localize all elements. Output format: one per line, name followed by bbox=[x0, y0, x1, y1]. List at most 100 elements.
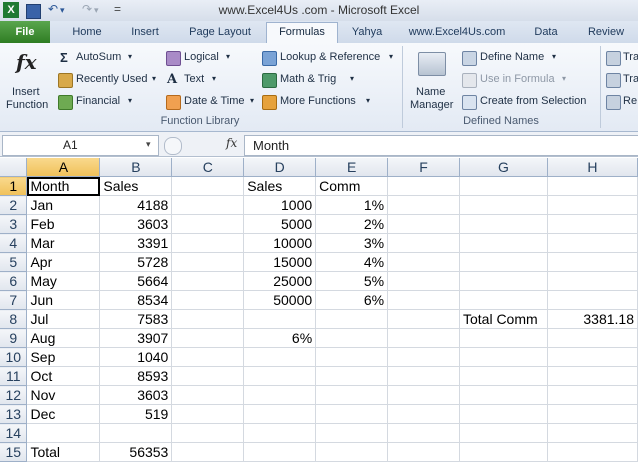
cell-d4[interactable]: 10000 bbox=[243, 233, 317, 253]
cell-g13[interactable] bbox=[459, 404, 548, 424]
column-header-d[interactable]: D bbox=[243, 158, 317, 177]
cell-g15[interactable] bbox=[459, 442, 548, 462]
cell-c11[interactable] bbox=[171, 366, 245, 386]
cell-g11[interactable] bbox=[459, 366, 548, 386]
cell-c4[interactable] bbox=[171, 233, 245, 253]
cell-d1[interactable]: Sales bbox=[243, 176, 317, 196]
cell-f12[interactable] bbox=[387, 385, 460, 405]
cell-h2[interactable] bbox=[547, 195, 638, 215]
cell-f5[interactable] bbox=[387, 252, 460, 272]
cell-c6[interactable] bbox=[171, 271, 245, 291]
cell-f3[interactable] bbox=[387, 214, 460, 234]
row-header-15[interactable]: 15 bbox=[0, 442, 28, 462]
cell-g6[interactable] bbox=[459, 271, 548, 291]
cell-h10[interactable] bbox=[547, 347, 638, 367]
tab-insert[interactable]: Insert bbox=[120, 23, 170, 42]
cell-g1[interactable] bbox=[459, 176, 548, 196]
cell-h1[interactable] bbox=[547, 176, 638, 196]
row-header-3[interactable]: 3 bbox=[0, 214, 28, 234]
cell-g4[interactable] bbox=[459, 233, 548, 253]
cell-c10[interactable] bbox=[171, 347, 245, 367]
cell-c2[interactable] bbox=[171, 195, 245, 215]
cell-h13[interactable] bbox=[547, 404, 638, 424]
cell-d10[interactable] bbox=[243, 347, 317, 367]
cell-d6[interactable]: 25000 bbox=[243, 271, 317, 291]
insert-function-fx-icon[interactable]: fx bbox=[226, 136, 237, 150]
cell-d15[interactable] bbox=[243, 442, 317, 462]
cell-e13[interactable] bbox=[315, 404, 389, 424]
cell-g9[interactable] bbox=[459, 328, 548, 348]
column-header-e[interactable]: E bbox=[315, 158, 389, 177]
row-header-1[interactable]: 1 bbox=[0, 176, 28, 196]
cell-h7[interactable] bbox=[547, 290, 638, 310]
cell-f6[interactable] bbox=[387, 271, 460, 291]
row-header-11[interactable]: 11 bbox=[0, 366, 28, 386]
row-header-2[interactable]: 2 bbox=[0, 195, 28, 215]
column-header-h[interactable]: H bbox=[547, 158, 638, 177]
tab-formulas[interactable]: Formulas bbox=[266, 22, 338, 44]
cell-e15[interactable] bbox=[315, 442, 389, 462]
cell-g10[interactable] bbox=[459, 347, 548, 367]
row-header-8[interactable]: 8 bbox=[0, 309, 28, 329]
cell-b3[interactable]: 3603 bbox=[99, 214, 173, 234]
logical-button[interactable]: Logical ▾ bbox=[166, 50, 236, 66]
tab-page-layout[interactable]: Page Layout bbox=[180, 23, 260, 42]
cell-e8[interactable] bbox=[315, 309, 389, 329]
cell-c8[interactable] bbox=[171, 309, 245, 329]
date-time-button[interactable]: Date & Time ▾ bbox=[166, 94, 260, 110]
cell-b6[interactable]: 5664 bbox=[99, 271, 173, 291]
cell-f15[interactable] bbox=[387, 442, 460, 462]
cell-g14[interactable] bbox=[459, 423, 548, 443]
cell-e7[interactable]: 6% bbox=[315, 290, 389, 310]
row-header-12[interactable]: 12 bbox=[0, 385, 28, 405]
cell-d14[interactable] bbox=[243, 423, 317, 443]
cell-f2[interactable] bbox=[387, 195, 460, 215]
cell-d5[interactable]: 15000 bbox=[243, 252, 317, 272]
cell-b8[interactable]: 7583 bbox=[99, 309, 173, 329]
tab-data[interactable]: Data bbox=[524, 23, 568, 42]
cell-d3[interactable]: 5000 bbox=[243, 214, 317, 234]
cell-h3[interactable] bbox=[547, 214, 638, 234]
select-all-corner[interactable] bbox=[0, 158, 28, 177]
cell-f8[interactable] bbox=[387, 309, 460, 329]
cell-f7[interactable] bbox=[387, 290, 460, 310]
define-name-button[interactable]: Define Name ▾ bbox=[462, 50, 562, 66]
cell-a11[interactable]: Oct bbox=[26, 366, 101, 386]
cell-d13[interactable] bbox=[243, 404, 317, 424]
cell-e1[interactable]: Comm bbox=[315, 176, 389, 196]
cell-c3[interactable] bbox=[171, 214, 245, 234]
row-header-14[interactable]: 14 bbox=[0, 423, 28, 443]
autosum-button[interactable]: Σ AutoSum ▾ bbox=[58, 50, 158, 66]
cell-e4[interactable]: 3% bbox=[315, 233, 389, 253]
cell-b9[interactable]: 3907 bbox=[99, 328, 173, 348]
cell-a7[interactable]: Jun bbox=[26, 290, 101, 310]
cell-f11[interactable] bbox=[387, 366, 460, 386]
cell-c5[interactable] bbox=[171, 252, 245, 272]
cell-c1[interactable] bbox=[171, 176, 245, 196]
row-header-9[interactable]: 9 bbox=[0, 328, 28, 348]
tab-review[interactable]: Review bbox=[580, 23, 632, 42]
cell-c13[interactable] bbox=[171, 404, 245, 424]
cell-d8[interactable] bbox=[243, 309, 317, 329]
use-in-formula-button[interactable]: Use in Formula ▾ bbox=[462, 72, 572, 88]
recently-used-button[interactable]: Recently Used ▾ bbox=[58, 72, 162, 88]
cell-a13[interactable]: Dec bbox=[26, 404, 101, 424]
cell-h11[interactable] bbox=[547, 366, 638, 386]
column-header-a[interactable]: A bbox=[26, 158, 101, 177]
cell-f1[interactable] bbox=[387, 176, 460, 196]
cell-g12[interactable] bbox=[459, 385, 548, 405]
name-box[interactable]: A1 ▾ bbox=[2, 135, 159, 156]
cell-b15[interactable]: 56353 bbox=[99, 442, 173, 462]
cell-e12[interactable] bbox=[315, 385, 389, 405]
cell-c12[interactable] bbox=[171, 385, 245, 405]
cell-a15[interactable]: Total bbox=[26, 442, 101, 462]
cell-a8[interactable]: Jul bbox=[26, 309, 101, 329]
column-header-c[interactable]: C bbox=[171, 158, 245, 177]
trace-dependents-button[interactable]: Tra bbox=[606, 72, 638, 88]
create-from-selection-button[interactable]: Create from Selection bbox=[462, 94, 596, 110]
lookup-reference-button[interactable]: Lookup & Reference ▾ bbox=[262, 50, 398, 66]
cell-d2[interactable]: 1000 bbox=[243, 195, 317, 215]
formula-input[interactable]: Month bbox=[244, 135, 638, 156]
cell-g7[interactable] bbox=[459, 290, 548, 310]
cell-h6[interactable] bbox=[547, 271, 638, 291]
